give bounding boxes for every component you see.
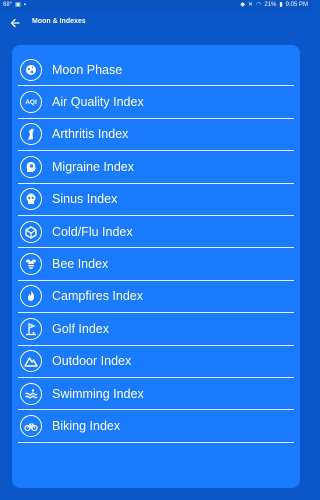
list-item-label: Sinus Index bbox=[52, 192, 118, 207]
list-item-bee[interactable]: Bee Index bbox=[18, 248, 294, 281]
index-list-card: Moon Phase AQI Air Quality Index Arthrit… bbox=[12, 45, 300, 488]
sinus-icon bbox=[20, 188, 42, 211]
index-list: Moon Phase AQI Air Quality Index Arthrit… bbox=[18, 54, 294, 443]
list-item-swimming[interactable]: Swimming Index bbox=[18, 378, 294, 411]
list-item-campfires[interactable]: Campfires Index bbox=[18, 281, 294, 314]
location-icon: ◆ bbox=[240, 2, 246, 8]
migraine-icon bbox=[20, 155, 42, 178]
list-item-label: Arthritis Index bbox=[52, 127, 129, 142]
list-item-label: Swimming Index bbox=[52, 386, 144, 401]
list-item-air-quality[interactable]: AQI Air Quality Index bbox=[18, 86, 294, 119]
bike-icon bbox=[20, 414, 42, 437]
list-item-label: Cold/Flu Index bbox=[52, 224, 133, 239]
list-item-label: Bee Index bbox=[52, 257, 109, 272]
battery-percent: 21% bbox=[264, 2, 277, 8]
list-item-outdoor[interactable]: Outdoor Index bbox=[18, 346, 294, 378]
bee-icon bbox=[20, 253, 42, 276]
arthritis-icon bbox=[20, 123, 42, 146]
image-notification-icon: ▣ bbox=[15, 2, 21, 8]
list-item-label: Biking Index bbox=[52, 418, 121, 433]
cold-flu-icon bbox=[20, 220, 42, 243]
list-item-sinus[interactable]: Sinus Index bbox=[18, 184, 294, 216]
list-item-label: Golf Index bbox=[52, 321, 109, 336]
back-button[interactable] bbox=[6, 14, 24, 32]
moon-icon bbox=[20, 58, 42, 81]
back-arrow-icon bbox=[10, 18, 20, 28]
list-item-label: Moon Phase bbox=[52, 62, 123, 77]
status-left: 68° ▣ ▪ bbox=[3, 1, 26, 9]
mute-icon: ✕ bbox=[248, 2, 254, 8]
list-item-migraine[interactable]: Migraine Index bbox=[18, 151, 294, 184]
campfire-icon bbox=[20, 285, 42, 308]
swimming-icon bbox=[20, 382, 42, 405]
facebook-notification-icon: ▪ bbox=[23, 2, 26, 8]
temperature-text: 68° bbox=[3, 2, 13, 8]
list-item-label: Outdoor Index bbox=[52, 354, 132, 369]
status-bar: 68° ▣ ▪ ◆ ✕ ◠ 21% ▮ 9:05 PM bbox=[0, 0, 312, 10]
list-item-biking[interactable]: Biking Index bbox=[18, 410, 294, 443]
golf-icon bbox=[20, 317, 42, 340]
mountain-icon bbox=[20, 350, 42, 373]
aqi-icon-text: AQI bbox=[25, 98, 37, 106]
list-item-label: Migraine Index bbox=[52, 159, 134, 174]
wifi-icon: ◠ bbox=[256, 2, 262, 8]
list-item-moon-phase[interactable]: Moon Phase bbox=[18, 54, 294, 87]
list-item-label: Campfires Index bbox=[52, 289, 144, 304]
aqi-icon: AQI bbox=[20, 91, 42, 114]
status-right: ◆ ✕ ◠ 21% ▮ 9:05 PM bbox=[240, 1, 308, 9]
list-item-arthritis[interactable]: Arthritis Index bbox=[18, 119, 294, 152]
battery-icon: ▮ bbox=[279, 2, 283, 8]
list-item-cold-flu[interactable]: Cold/Flu Index bbox=[18, 216, 294, 249]
clock: 9:05 PM bbox=[285, 2, 308, 8]
page-title: Moon & Indexes bbox=[32, 18, 86, 25]
list-item-golf[interactable]: Golf Index bbox=[18, 313, 294, 346]
list-item-label: Air Quality Index bbox=[52, 95, 144, 110]
app-bar: Moon & Indexes bbox=[0, 10, 312, 36]
